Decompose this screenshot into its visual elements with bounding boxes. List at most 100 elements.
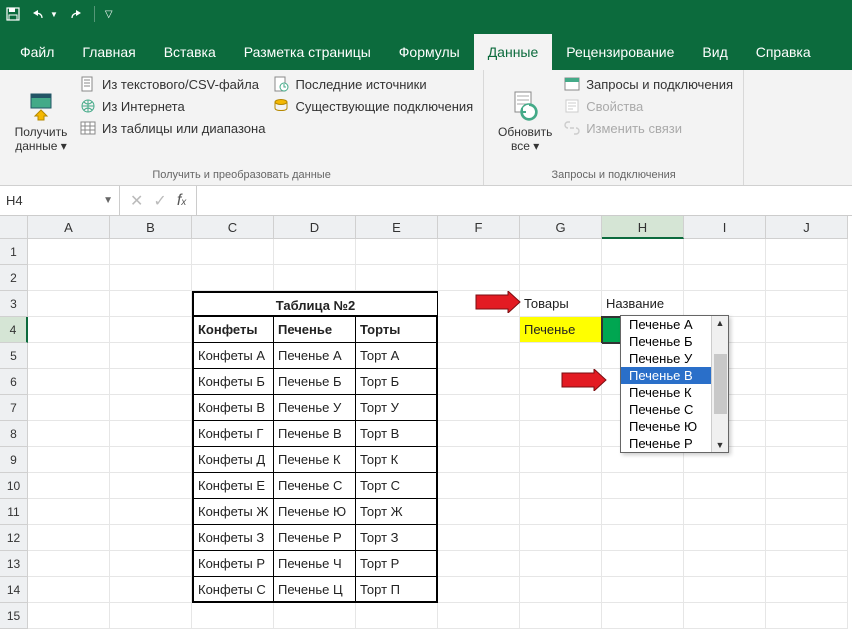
- cell-C13[interactable]: Конфеты Р: [192, 551, 274, 577]
- cell-A14[interactable]: [28, 577, 110, 603]
- row-header-11[interactable]: 11: [0, 499, 28, 525]
- cell-I13[interactable]: [684, 551, 766, 577]
- cell-C7[interactable]: Конфеты В: [192, 395, 274, 421]
- cell-G2[interactable]: [520, 265, 602, 291]
- cell-A13[interactable]: [28, 551, 110, 577]
- cell-F5[interactable]: [438, 343, 520, 369]
- cell-B10[interactable]: [110, 473, 192, 499]
- cell-H13[interactable]: [602, 551, 684, 577]
- cell-F13[interactable]: [438, 551, 520, 577]
- cell-C4[interactable]: Конфеты: [192, 317, 274, 343]
- cell-H10[interactable]: [602, 473, 684, 499]
- cell-G5[interactable]: [520, 343, 602, 369]
- cell-H14[interactable]: [602, 577, 684, 603]
- cell-G12[interactable]: [520, 525, 602, 551]
- redo-button[interactable]: [68, 7, 84, 21]
- cell-B9[interactable]: [110, 447, 192, 473]
- tab-insert[interactable]: Вставка: [150, 34, 230, 70]
- row-header-13[interactable]: 13: [0, 551, 28, 577]
- cell-D15[interactable]: [274, 603, 356, 629]
- cell-J11[interactable]: [766, 499, 848, 525]
- cell-F11[interactable]: [438, 499, 520, 525]
- cell-A15[interactable]: [28, 603, 110, 629]
- cell-G9[interactable]: [520, 447, 602, 473]
- cell-E14[interactable]: Торт П: [356, 577, 438, 603]
- cell-C11[interactable]: Конфеты Ж: [192, 499, 274, 525]
- cell-D10[interactable]: Печенье С: [274, 473, 356, 499]
- cell-D14[interactable]: Печенье Ц: [274, 577, 356, 603]
- cell-G14[interactable]: [520, 577, 602, 603]
- cell-C14[interactable]: Конфеты С: [192, 577, 274, 603]
- cell-J10[interactable]: [766, 473, 848, 499]
- scroll-down-icon[interactable]: ▼: [716, 438, 725, 452]
- cell-F2[interactable]: [438, 265, 520, 291]
- cell-B5[interactable]: [110, 343, 192, 369]
- cell-I10[interactable]: [684, 473, 766, 499]
- row-header-12[interactable]: 12: [0, 525, 28, 551]
- cell-E4[interactable]: Торты: [356, 317, 438, 343]
- cell-E9[interactable]: Торт К: [356, 447, 438, 473]
- tab-help[interactable]: Справка: [742, 34, 825, 70]
- cell-I1[interactable]: [684, 239, 766, 265]
- undo-button[interactable]: ▼: [30, 7, 58, 21]
- formula-bar[interactable]: [197, 186, 852, 215]
- cell-J5[interactable]: [766, 343, 848, 369]
- cell-J8[interactable]: [766, 421, 848, 447]
- data-validation-dropdown[interactable]: Печенье АПеченье БПеченье УПеченье ВПече…: [620, 315, 729, 453]
- cell-J7[interactable]: [766, 395, 848, 421]
- get-data-button[interactable]: Получитьданные ▾: [10, 74, 72, 169]
- dropdown-item[interactable]: Печенье А: [621, 316, 711, 333]
- cell-D12[interactable]: Печенье Р: [274, 525, 356, 551]
- col-header-E[interactable]: E: [356, 216, 438, 239]
- tab-view[interactable]: Вид: [688, 34, 741, 70]
- queries-connections-button[interactable]: Запросы и подключения: [564, 76, 733, 92]
- scroll-thumb[interactable]: [714, 354, 727, 414]
- dropdown-item[interactable]: Печенье Ю: [621, 418, 711, 435]
- cell-H3[interactable]: Название: [602, 291, 684, 317]
- tab-page-layout[interactable]: Разметка страницы: [230, 34, 385, 70]
- cell-F7[interactable]: [438, 395, 520, 421]
- scroll-up-icon[interactable]: ▲: [716, 316, 725, 330]
- tab-formulas[interactable]: Формулы: [385, 34, 474, 70]
- cell-B2[interactable]: [110, 265, 192, 291]
- row-header-15[interactable]: 15: [0, 603, 28, 629]
- cell-H15[interactable]: [602, 603, 684, 629]
- cell-B15[interactable]: [110, 603, 192, 629]
- tab-data[interactable]: Данные: [474, 34, 553, 70]
- cell-G10[interactable]: [520, 473, 602, 499]
- cell-D5[interactable]: Печенье А: [274, 343, 356, 369]
- cell-F6[interactable]: [438, 369, 520, 395]
- col-header-B[interactable]: B: [110, 216, 192, 239]
- cell-G15[interactable]: [520, 603, 602, 629]
- col-header-C[interactable]: C: [192, 216, 274, 239]
- cell-F8[interactable]: [438, 421, 520, 447]
- col-header-A[interactable]: A: [28, 216, 110, 239]
- cell-G4[interactable]: Печенье: [520, 317, 602, 343]
- cell-D7[interactable]: Печенье У: [274, 395, 356, 421]
- cell-G7[interactable]: [520, 395, 602, 421]
- cell-A12[interactable]: [28, 525, 110, 551]
- row-header-1[interactable]: 1: [0, 239, 28, 265]
- cell-J6[interactable]: [766, 369, 848, 395]
- cell-E15[interactable]: [356, 603, 438, 629]
- cell-A11[interactable]: [28, 499, 110, 525]
- cell-A5[interactable]: [28, 343, 110, 369]
- cell-I11[interactable]: [684, 499, 766, 525]
- cell-F12[interactable]: [438, 525, 520, 551]
- dropdown-item[interactable]: Печенье С: [621, 401, 711, 418]
- cell-G8[interactable]: [520, 421, 602, 447]
- dropdown-item[interactable]: Печенье У: [621, 350, 711, 367]
- cell-E11[interactable]: Торт Ж: [356, 499, 438, 525]
- col-header-I[interactable]: I: [684, 216, 766, 239]
- customize-qat-button[interactable]: ▽: [105, 9, 113, 20]
- col-header-J[interactable]: J: [766, 216, 848, 239]
- cell-A10[interactable]: [28, 473, 110, 499]
- row-header-6[interactable]: 6: [0, 369, 28, 395]
- cell-C2[interactable]: [192, 265, 274, 291]
- cell-A9[interactable]: [28, 447, 110, 473]
- select-all-corner[interactable]: [0, 216, 28, 239]
- cell-F14[interactable]: [438, 577, 520, 603]
- dropdown-item[interactable]: Печенье Р: [621, 435, 711, 452]
- existing-connections-button[interactable]: Существующие подключения: [273, 98, 473, 114]
- cell-B11[interactable]: [110, 499, 192, 525]
